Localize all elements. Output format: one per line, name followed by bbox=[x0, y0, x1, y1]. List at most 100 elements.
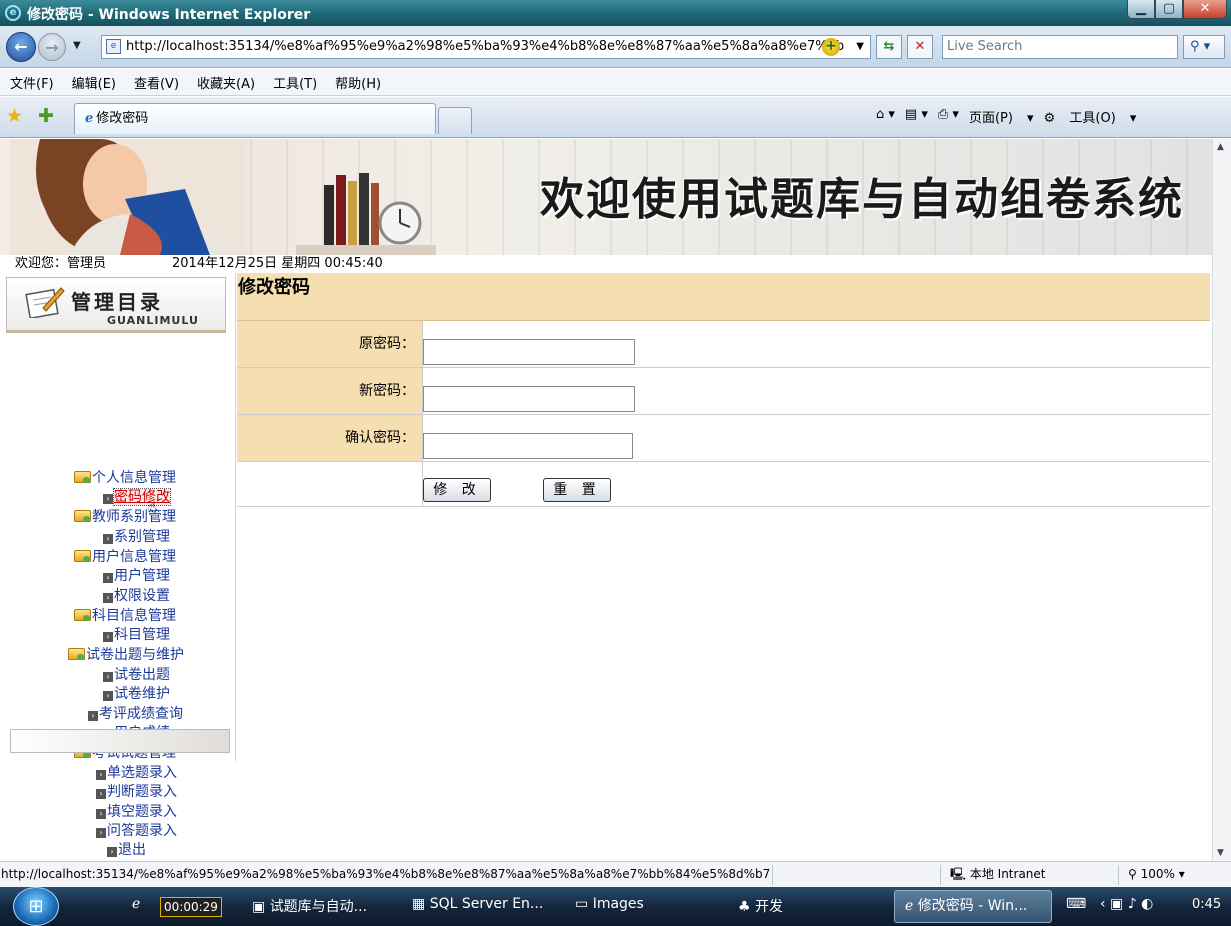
tools-menu[interactable]: ⚙ 工具(O) ▾ bbox=[1044, 107, 1137, 126]
tab-title: 修改密码 bbox=[96, 111, 149, 126]
menu-header: 管理目录 GUANLIMULU bbox=[6, 277, 226, 333]
arrow-icon: › bbox=[103, 632, 113, 642]
window-title: 修改密码 - Windows Internet Explorer bbox=[27, 7, 311, 23]
menu-item-label: 科目管理 bbox=[114, 627, 170, 643]
arrow-icon: › bbox=[103, 534, 113, 544]
arrow-icon: › bbox=[96, 789, 106, 799]
menu-link[interactable]: › 判断题录入 bbox=[96, 783, 177, 802]
zoom-icon: ⚲ bbox=[1128, 867, 1137, 881]
zoom-level[interactable]: ⚲ 100% ▾ bbox=[1128, 862, 1185, 887]
scroll-up-icon[interactable]: ▲ bbox=[1217, 142, 1224, 152]
menu-link[interactable]: › 权限设置 bbox=[103, 587, 170, 606]
menu-item-label: 试卷维护 bbox=[114, 686, 170, 702]
menu-view[interactable]: 查看(V) bbox=[134, 73, 179, 92]
security-zone: 🖳 本地 Intranet bbox=[950, 867, 1046, 881]
folder-icon bbox=[68, 648, 85, 660]
page-menu[interactable]: 页面(P) ▾ bbox=[969, 107, 1034, 126]
tab-active[interactable]: ℯ 修改密码 bbox=[74, 103, 436, 134]
menu-tools[interactable]: 工具(T) bbox=[273, 73, 317, 92]
menu-help[interactable]: 帮助(H) bbox=[335, 73, 381, 92]
go-icon[interactable]: + bbox=[822, 38, 840, 56]
maximize-button[interactable]: ▢ bbox=[1155, 0, 1183, 19]
arrow-icon: › bbox=[96, 828, 106, 838]
title-bar: e 修改密码 - Windows Internet Explorer ▁ ▢ ✕ bbox=[0, 0, 1231, 26]
menu-item-label: 个人信息管理 bbox=[92, 470, 176, 486]
window-controls: ▁ ▢ ✕ bbox=[1127, 0, 1227, 20]
status-bar: http://localhost:35134/%e8%af%95%e9%a2%9… bbox=[0, 861, 1231, 887]
refresh-button[interactable]: ⇆ bbox=[876, 35, 902, 59]
menu-file[interactable]: 文件(F) bbox=[10, 73, 54, 92]
menu-favorites[interactable]: 收藏夹(A) bbox=[197, 73, 255, 92]
taskbar-item-ie-active[interactable]: ℯ 修改密码 - Win... bbox=[894, 890, 1052, 923]
taskbar-item-images[interactable]: ▭ Images bbox=[575, 896, 644, 912]
status-url: http://localhost:35134/%e8%af%95%e9%a2%9… bbox=[1, 867, 771, 881]
menu-link[interactable]: › 试卷维护 bbox=[103, 685, 170, 704]
old-password-row: 原密码： bbox=[237, 321, 1210, 368]
ie-page-icon: ℯ bbox=[85, 111, 94, 126]
menu-item-label: 单选题录入 bbox=[107, 765, 177, 781]
menu-link[interactable]: › 用户管理 bbox=[103, 567, 170, 586]
menu-link[interactable]: › 考评成绩查询 bbox=[88, 705, 183, 724]
close-button[interactable]: ✕ bbox=[1183, 0, 1227, 19]
menu-group[interactable]: 试卷出题与维护 bbox=[68, 646, 184, 665]
submit-button[interactable]: 修 改 bbox=[423, 478, 491, 502]
keyboard-icon[interactable]: ⌨ bbox=[1066, 896, 1086, 912]
menu-link[interactable]: › 试卷出题 bbox=[103, 666, 170, 685]
search-button[interactable]: ⚲ ▾ bbox=[1183, 35, 1225, 59]
reset-button[interactable]: 重 置 bbox=[543, 478, 611, 502]
menu-group[interactable]: 用户信息管理 bbox=[74, 548, 176, 567]
page-title-bar: 修改密码 bbox=[237, 273, 1210, 321]
favorites-star-icon[interactable]: ★ bbox=[6, 105, 23, 127]
menu-link[interactable]: › 填空题录入 bbox=[96, 803, 177, 822]
minimize-button[interactable]: ▁ bbox=[1127, 0, 1155, 19]
back-button[interactable]: ← bbox=[6, 32, 36, 62]
start-button[interactable]: ⊞ bbox=[13, 887, 59, 926]
new-password-input[interactable] bbox=[423, 386, 635, 412]
address-dropdown-icon[interactable]: ▼ bbox=[856, 36, 864, 58]
page-content: 欢迎使用试题库与自动组卷系统 欢迎您：管理员 2014年12月25日 星期四 0… bbox=[0, 139, 1212, 861]
print-icon[interactable]: ⎙ ▾ bbox=[938, 107, 959, 126]
new-password-row: 新密码： bbox=[237, 368, 1210, 415]
home-icon[interactable]: ⌂ ▾ bbox=[876, 107, 895, 126]
menu-link[interactable]: › 科目管理 bbox=[103, 626, 170, 645]
vertical-scrollbar[interactable]: ▲ ▼ bbox=[1212, 139, 1231, 861]
gear-icon: ⚙ bbox=[1043, 111, 1056, 126]
search-input[interactable]: Live Search bbox=[942, 35, 1178, 59]
menu-link[interactable]: › 问答题录入 bbox=[96, 822, 177, 841]
taskbar-item-app[interactable]: ▣ 试题库与自动... bbox=[252, 896, 367, 916]
old-password-input[interactable] bbox=[423, 339, 635, 365]
feeds-icon[interactable]: ▤ ▾ bbox=[905, 107, 928, 126]
sidebar-footer bbox=[10, 729, 230, 753]
taskbar-item-dev[interactable]: ♣ 开发 bbox=[738, 896, 783, 916]
site-banner: 欢迎使用试题库与自动组卷系统 bbox=[0, 139, 1212, 255]
welcome-user: 欢迎您：管理员 bbox=[15, 256, 107, 271]
ie-icon: e bbox=[5, 5, 21, 21]
tray-icons[interactable]: ‹ ▣ ♪ ◐ bbox=[1100, 896, 1153, 912]
menu-link[interactable]: › 系别管理 bbox=[103, 528, 170, 547]
menu-link[interactable]: › 单选题录入 bbox=[96, 764, 177, 783]
menu-link[interactable]: › 密码修改 bbox=[103, 488, 171, 507]
new-tab-button[interactable] bbox=[438, 107, 472, 134]
menu-heading: 管理目录 bbox=[71, 290, 163, 314]
forward-button[interactable]: → bbox=[38, 33, 66, 61]
welcome-bar: 欢迎您：管理员 2014年12月25日 星期四 00:45:40 bbox=[0, 255, 1212, 273]
taskbar-item-sql[interactable]: ▦ SQL Server En... bbox=[412, 896, 543, 912]
confirm-password-input[interactable] bbox=[423, 433, 633, 459]
menu-group[interactable]: 教师系别管理 bbox=[74, 508, 176, 527]
history-dropdown-icon[interactable]: ▼ bbox=[73, 40, 81, 51]
books-clock-image bbox=[296, 173, 436, 255]
menu-link[interactable]: › 退出 bbox=[107, 841, 146, 860]
menu-group[interactable]: 科目信息管理 bbox=[74, 607, 176, 626]
quicklaunch-ie-icon[interactable]: ℯ bbox=[132, 896, 140, 912]
recording-timer: 00:00:29 bbox=[160, 897, 222, 917]
browser-window: e 修改密码 - Windows Internet Explorer ▁ ▢ ✕… bbox=[0, 0, 1231, 926]
arrow-icon: › bbox=[96, 770, 106, 780]
add-favorite-icon[interactable]: ✚ bbox=[38, 105, 54, 127]
address-field[interactable]: e http://localhost:35134/%e8%af%95%e9%a2… bbox=[101, 35, 871, 59]
tab-bar: ★ ✚ ℯ 修改密码 ⌂ ▾ ▤ ▾ ⎙ ▾ 页面(P) ▾ ⚙ 工具(O) ▾ bbox=[0, 97, 1231, 138]
scroll-down-icon[interactable]: ▼ bbox=[1217, 848, 1224, 858]
menu-group[interactable]: 个人信息管理 bbox=[74, 469, 176, 488]
intranet-icon: 🖳 bbox=[950, 867, 967, 881]
stop-button[interactable]: ✕ bbox=[907, 35, 933, 59]
menu-edit[interactable]: 编辑(E) bbox=[72, 73, 116, 92]
